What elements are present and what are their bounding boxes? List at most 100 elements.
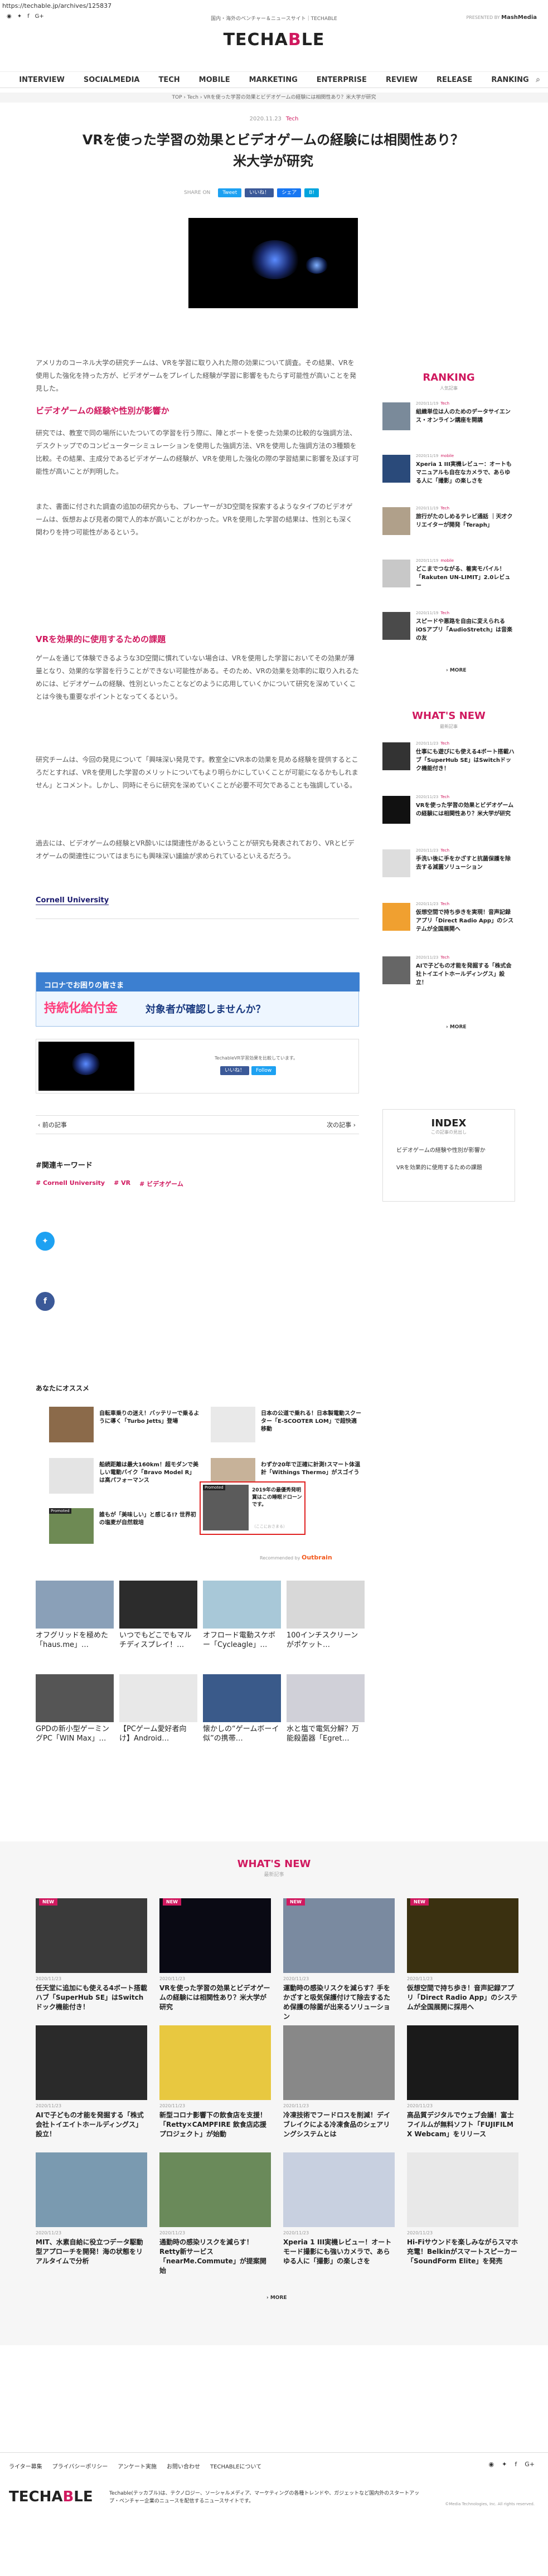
keyword-tag[interactable]: # VR: [114, 1179, 130, 1188]
recommend-item[interactable]: 日本の公道で乗れる！日本製電動スクーター「E-SCOOTER LOM」で超快適移…: [211, 1407, 361, 1445]
facebook-icon[interactable]: f: [515, 2461, 517, 2468]
twitter-icon[interactable]: ✦: [502, 2461, 507, 2468]
embed-title: TechableVR学習効果を比較しています。: [215, 1056, 298, 1061]
sidebar-thumb: [382, 402, 410, 430]
recommend-item[interactable]: 船続距離は最大160km！超モダンで美しい電動バイク「Bravo Model R…: [49, 1458, 200, 1496]
like-button[interactable]: いいね！: [245, 188, 274, 197]
card-date: 2020/11/23: [159, 2230, 186, 2235]
card-date: 2020/11/23: [36, 2103, 62, 2108]
ranking-title: RANKING: [423, 372, 475, 383]
sidebar-article[interactable]: 2020/11/23 Tech VRを使った学習の効果とビデオゲームの経験には相関性…: [382, 795, 515, 834]
nav-item-socialmedia[interactable]: SOCIALMEDIA: [84, 72, 140, 89]
nav-item-mobile[interactable]: MOBILE: [199, 72, 230, 89]
nav-item-review[interactable]: REVIEW: [386, 72, 418, 89]
card-image: NEW: [407, 1898, 518, 1973]
sidebar-article[interactable]: 2020/11/19 Tech 旅行がたのしめるテレビ通話 ｜天才クリエイターが開発…: [382, 506, 515, 545]
presenter-name[interactable]: MashMedia: [501, 14, 537, 21]
presented-by: PRESENTED BY MashMedia: [466, 14, 537, 21]
embed-follow-button[interactable]: Follow: [251, 1066, 277, 1075]
ad-banner[interactable]: コロナでお困りの皆さま 持続化給付金 対象者が確認しませんか？: [36, 972, 360, 1027]
sidebar-article[interactable]: 2020/11/19 mobile どこまでつながる、着実モバイル！「Rakuten…: [382, 558, 515, 597]
card-image: [407, 2152, 518, 2227]
footer-link[interactable]: ライター募集: [9, 2462, 42, 2470]
article-paragraph: また、書面に付された調査の追加の研究からも、プレーヤーが3D空間を探索するような…: [36, 503, 353, 536]
footer-link[interactable]: TECHABLEについて: [210, 2462, 261, 2470]
tweet-button[interactable]: Tweet: [218, 188, 242, 197]
keyword-tag[interactable]: # ビデオゲーム: [139, 1179, 183, 1188]
whats-new-card[interactable]: 2020/11/23 Hi-Fiサウンドを楽しみながらスマホ充電！Belkinがス…: [407, 2152, 518, 2320]
nav-item-tech[interactable]: TECH: [159, 72, 180, 89]
card-date: 2020/11/23: [407, 1976, 433, 1981]
card-image: [159, 2152, 271, 2227]
sidebar-article[interactable]: 2020/11/23 Tech AIで子どもの才能を発掘する「株式会社トイエイトホー…: [382, 955, 515, 994]
share-button[interactable]: シェア: [277, 188, 302, 197]
outbrain-item[interactable]: オフロード電動スケボー「Cycleagle」…: [203, 1581, 281, 1651]
whats-new-card[interactable]: 2020/11/23 通勤時の感染リスクを減らす！ Retty新サービス「near…: [159, 2152, 271, 2320]
recommend-text: わずか20年で正確に計測!スマート体温計「Withings Thermo」がスゴ…: [261, 1462, 361, 1476]
google-plus-icon[interactable]: G+: [525, 2461, 535, 2468]
facebook-share-icon[interactable]: f: [36, 1292, 55, 1311]
article-date: 2020.11.23: [249, 116, 282, 122]
footer-link[interactable]: アンケート実施: [118, 2462, 157, 2470]
outbrain-item[interactable]: 水と塩で電気分解？万能殺菌器「Egret…: [287, 1674, 365, 1744]
ranking-more-link[interactable]: › MORE: [446, 668, 467, 673]
heading-section-2: VRを効果的に使用するための課題: [36, 634, 166, 644]
whats-new-more-link[interactable]: › MORE: [266, 2295, 287, 2301]
recommend-item[interactable]: 自転車乗りの迷え！バッテリーで乗るように導く「Turbo Jetts」登場: [49, 1407, 200, 1445]
outbrain-item[interactable]: オフグリッドを極めた「haus.me」…: [36, 1581, 114, 1651]
sidebar-whatsnew-title: WHAT'S NEW: [412, 710, 486, 722]
sidebar-article[interactable]: 2020/11/23 Tech 仕事にも遊びにも使える4ボート搭載ハブ「SuperH…: [382, 741, 515, 780]
sidebar-thumb: [382, 455, 410, 483]
keyword-tag[interactable]: # Cornell University: [36, 1179, 105, 1188]
outbrain-credit[interactable]: Recommended by Outbrain: [260, 1554, 332, 1561]
prev-article-link[interactable]: ‹ 前の記事: [38, 1116, 67, 1135]
footer-link[interactable]: お問い合わせ: [167, 2462, 200, 2470]
whats-new-card[interactable]: 2020/11/23 Xperia 1 III実機レビュー！オートモード撮影にも強…: [283, 2152, 395, 2320]
rss-icon[interactable]: ◉: [489, 2461, 494, 2468]
outbrain-image: [287, 1581, 365, 1629]
footer-socials: ◉ ✦ f G+: [489, 2461, 535, 2468]
outbrain-item[interactable]: 【PCゲーム愛好者向け】Android…: [119, 1674, 197, 1744]
card-title: VRを使った学習の効果とビデオゲームの経験には相関性あり？米大学が研究: [159, 1984, 270, 2011]
sidebar-whatsnew-more-link[interactable]: › MORE: [446, 1024, 467, 1030]
sidebar-article[interactable]: 2020/11/19 Tech スピードや悪路を自由に変えられるiOSアプリ「Aud…: [382, 611, 515, 650]
sidebar-article[interactable]: 2020/11/19 mobile Xperia 1 III実機レビュー：オートもマ…: [382, 454, 515, 493]
article-category[interactable]: Tech: [286, 116, 298, 122]
twitter-share-icon[interactable]: ✦: [36, 1232, 55, 1251]
outbrain-item[interactable]: 100インチスクリーンがポケット…: [287, 1581, 365, 1651]
outbrain-item[interactable]: GPDの新小型ゲーミングPC「WIN Max」…: [36, 1674, 114, 1744]
new-badge: NEW: [287, 1898, 305, 1906]
embed-like-button[interactable]: いいね！: [220, 1066, 250, 1075]
card-image: [407, 2025, 518, 2100]
site-logo[interactable]: TECHABLE: [0, 30, 548, 50]
outbrain-image: [119, 1581, 197, 1629]
nav-item-interview[interactable]: INTERVIEW: [19, 72, 65, 89]
outbrain-text: 懐かしの“ゲームボーイ似”の携帯…: [203, 1725, 279, 1743]
nav-item-marketing[interactable]: MARKETING: [249, 72, 298, 89]
sidebar-article[interactable]: 2020/11/19 Tech 組織単位は人のためのデータサイエンス・オンライン講座…: [382, 401, 515, 440]
nav-item-release[interactable]: RELEASE: [437, 72, 472, 89]
footer-link[interactable]: プライバシーポリシー: [52, 2462, 108, 2470]
footer-logo[interactable]: TECHABLE: [9, 2488, 93, 2505]
hatena-button[interactable]: B!: [304, 188, 319, 197]
whats-new-card[interactable]: 2020/11/23 MIT、水素自給に役立つデータ駆動型アプローチを開発！海の状…: [36, 2152, 147, 2320]
next-article-link[interactable]: 次の記事 ›: [327, 1116, 356, 1135]
card-title: 仮想空間で持ち歩き！音声記録アプリ「Direct Radio App」のシステム…: [407, 1984, 518, 2011]
outbrain-item[interactable]: 懐かしの“ゲームボーイ似”の携帯…: [203, 1674, 281, 1744]
sidebar-article[interactable]: 2020/11/23 Tech 仮想空間で持ち歩きを実現！音声記録アプリ「Direc…: [382, 902, 515, 941]
outbrain-item[interactable]: いつでもどこでもマルチディスプレイ！…: [119, 1581, 197, 1651]
index-item[interactable]: ビデオゲームの経験や性別が影響か: [396, 1145, 515, 1154]
search-icon[interactable]: ⌕: [536, 75, 540, 84]
card-image: [36, 2152, 147, 2227]
card-date: 2020/11/23: [283, 2103, 309, 2108]
embed-thumbnail[interactable]: [38, 1042, 134, 1091]
recommend-item[interactable]: Promoted 誰もが「美味しい」と感じる!? 世界初の塩麦が自然栽培: [49, 1508, 200, 1546]
nav-item-ranking[interactable]: RANKING: [491, 72, 528, 89]
source-link[interactable]: Cornell University: [36, 896, 109, 905]
recommend-highlight[interactable]: Promoted 2019年の最優秀発明賞はこの睡眠ドローンです。 （ここにおさ…: [200, 1481, 305, 1535]
index-item[interactable]: VRを効果的に使用するための課題: [396, 1163, 515, 1171]
sidebar-meta: 2020/11/19 Tech: [416, 401, 449, 406]
sidebar-date: 2020/11/23: [416, 848, 439, 853]
sidebar-article[interactable]: 2020/11/23 Tech 手洗い後に手をかざすと抗菌保護を除去する減菌ソリュー…: [382, 848, 515, 887]
nav-item-enterprise[interactable]: ENTERPRISE: [317, 72, 367, 89]
